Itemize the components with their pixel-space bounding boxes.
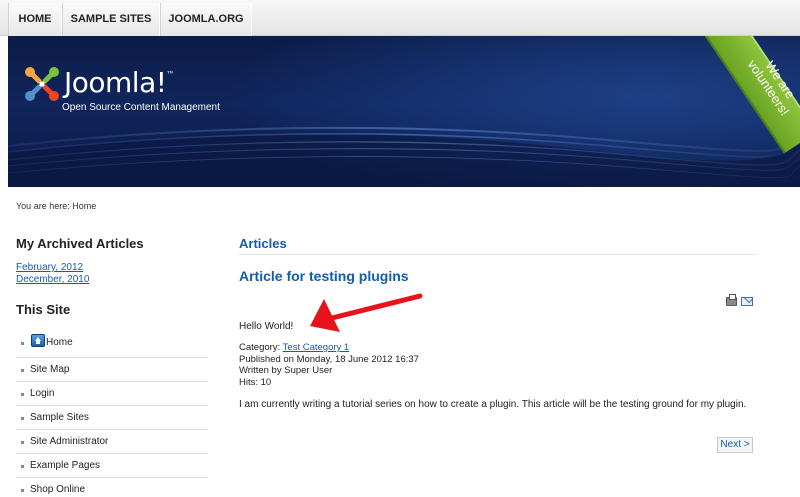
menu-item-site-map[interactable]: Site Map (16, 357, 208, 381)
article-intro-text: Hello World! (239, 321, 294, 332)
menu-item-label: Site Map (30, 364, 70, 375)
archived-articles-heading: My Archived Articles (16, 236, 144, 251)
home-icon (31, 334, 45, 347)
article-published-date: Published on Monday, 18 June 2012 16:37 (239, 353, 419, 365)
article-body: I am currently writing a tutorial series… (239, 399, 747, 410)
menu-item-label: Sample Sites (30, 412, 89, 423)
print-icon[interactable] (726, 294, 737, 306)
logo-text: Joomla! (64, 66, 167, 99)
archived-articles-list: February, 2012 December, 2010 (16, 262, 89, 286)
menu-item-label: Site Administrator (30, 436, 109, 447)
archive-link-dec-2010[interactable]: December, 2010 (16, 274, 89, 286)
next-button[interactable]: Next > (717, 437, 753, 453)
menu-item-home[interactable]: Home (16, 328, 208, 357)
bullet-icon (21, 465, 24, 468)
article-category: Category: Test Category 1 (239, 342, 419, 354)
article-author: Written by Super User (239, 365, 333, 376)
breadcrumb: You are here: Home (16, 201, 97, 211)
nav-tab-home[interactable]: HOME (8, 3, 62, 36)
bullet-icon (21, 417, 24, 420)
email-icon[interactable] (741, 297, 753, 306)
bullet-icon (21, 342, 24, 345)
menu-item-site-administrator[interactable]: Site Administrator (16, 429, 208, 453)
logo-wordmark[interactable]: Joomla!™ (64, 66, 174, 99)
site-menu: Home Site Map Login Sample Sites Site Ad… (16, 328, 208, 497)
menu-item-shop-online[interactable]: Shop Online (16, 477, 208, 497)
joomla-logo-icon (25, 67, 59, 101)
this-site-heading: This Site (16, 302, 71, 317)
top-navigation: HOME SAMPLE SITES JOOMLA.ORG (0, 0, 800, 36)
header-banner: Joomla!™ Open Source Content Management … (8, 36, 800, 187)
bullet-icon (21, 369, 24, 372)
article-title: Article for testing plugins (239, 268, 409, 284)
menu-item-label: Login (30, 388, 55, 399)
bullet-icon (21, 489, 24, 492)
archive-link-feb-2012[interactable]: February, 2012 (16, 262, 89, 274)
nav-tab-joomla-org[interactable]: JOOMLA.ORG (160, 3, 252, 36)
articles-heading: Articles (239, 236, 287, 251)
bullet-icon (21, 441, 24, 444)
category-link[interactable]: Test Category 1 (283, 342, 350, 353)
nav-tab-sample-sites[interactable]: SAMPLE SITES (62, 3, 160, 36)
menu-item-sample-sites[interactable]: Sample Sites (16, 405, 208, 429)
article-hits: Hits: 10 (239, 376, 272, 388)
page: HOME SAMPLE SITES JOOMLA.ORG Joomla!™ Op… (0, 0, 800, 497)
menu-item-example-pages[interactable]: Example Pages (16, 453, 208, 477)
tagline: Open Source Content Management (62, 102, 220, 113)
heading-divider (239, 254, 757, 255)
category-label: Category: (239, 342, 283, 353)
menu-item-label: Example Pages (30, 460, 101, 471)
article-meta: Category: Test Category 1 Published on M… (239, 342, 419, 388)
bullet-icon (21, 393, 24, 396)
menu-item-label: Shop Online (30, 484, 86, 495)
logo-trademark: ™ (166, 70, 174, 79)
menu-item-login[interactable]: Login (16, 381, 208, 405)
